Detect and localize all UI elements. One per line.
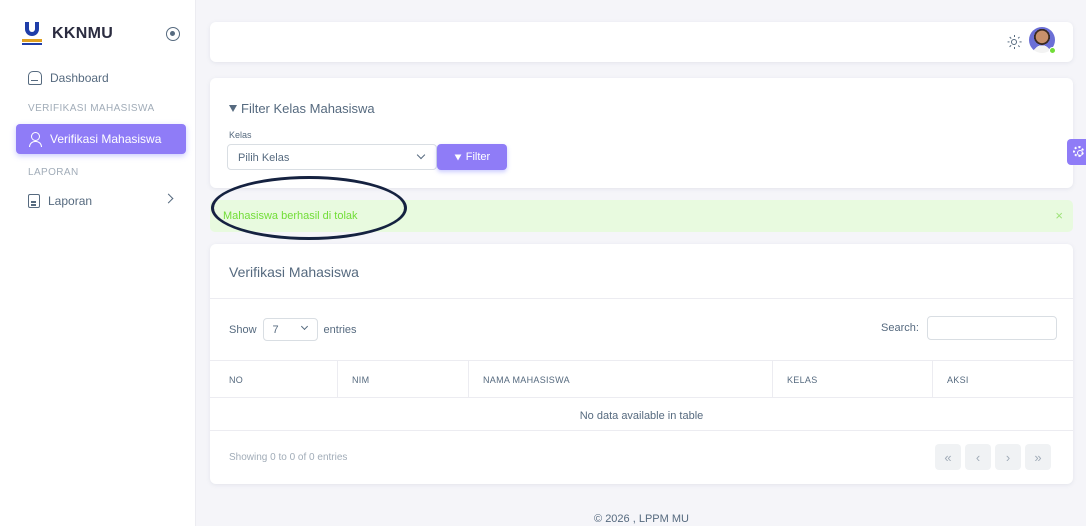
divider bbox=[210, 298, 1073, 299]
filter-title: Filter Kelas Mahasiswa bbox=[229, 101, 375, 116]
user-icon bbox=[28, 132, 42, 147]
kelas-select[interactable]: Pilih Kelas bbox=[227, 144, 437, 170]
divider bbox=[210, 430, 1073, 431]
sidebar: KKNMU Dashboard VERIFIKASI MAHASISWA Ver… bbox=[0, 0, 196, 526]
show-label: Show bbox=[229, 323, 257, 336]
top-navbar bbox=[210, 22, 1073, 62]
home-icon bbox=[28, 71, 42, 85]
filter-icon bbox=[454, 154, 462, 160]
entries-label: entries bbox=[323, 323, 357, 336]
filter-button[interactable]: Filter bbox=[437, 144, 507, 170]
sidebar-item-dashboard[interactable]: Dashboard bbox=[16, 63, 186, 93]
column-header-no[interactable]: NO bbox=[229, 375, 243, 385]
filter-button-label: Filter bbox=[465, 151, 491, 163]
annotation-circle bbox=[211, 176, 407, 240]
column-header-nama[interactable]: NAMA MAHASISWA bbox=[483, 375, 570, 385]
column-separator bbox=[772, 361, 773, 397]
length-control: Show 7 entries bbox=[229, 318, 357, 341]
kelas-select-value: Pilih Kelas bbox=[238, 152, 290, 164]
pager-last-button[interactable]: » bbox=[1025, 444, 1051, 470]
footer-copyright: © 2026 , LPPM MU bbox=[594, 513, 689, 525]
entries-value: 7 bbox=[272, 324, 279, 336]
column-separator bbox=[932, 361, 933, 397]
brand-logo-icon bbox=[22, 21, 44, 47]
filter-card: Filter Kelas Mahasiswa Kelas Pilih Kelas… bbox=[210, 78, 1073, 188]
sidebar-item-label: Dashboard bbox=[50, 71, 109, 85]
brand[interactable]: KKNMU bbox=[22, 20, 113, 48]
brand-name: KKNMU bbox=[52, 25, 114, 42]
pager-previous-button[interactable]: ‹ bbox=[965, 444, 991, 470]
menu-header-laporan: LAPORAN bbox=[28, 167, 79, 178]
entries-select[interactable]: 7 bbox=[262, 318, 318, 341]
search-input[interactable] bbox=[927, 316, 1057, 340]
pager-next-button[interactable]: › bbox=[995, 444, 1021, 470]
table-title: Verifikasi Mahasiswa bbox=[229, 264, 359, 280]
menu-header-verifikasi: VERIFIKASI MAHASISWA bbox=[28, 103, 155, 114]
sidebar-item-label: Verifikasi Mahasiswa bbox=[50, 132, 162, 146]
sidebar-item-verifikasi-mahasiswa[interactable]: Verifikasi Mahasiswa bbox=[16, 124, 186, 154]
chevron-down-icon bbox=[416, 150, 426, 160]
sidebar-item-label: Laporan bbox=[48, 194, 93, 208]
divider bbox=[210, 360, 1073, 361]
chevron-right-icon bbox=[163, 193, 174, 204]
column-header-nim[interactable]: NIM bbox=[352, 375, 369, 385]
sun-icon[interactable] bbox=[1007, 35, 1022, 49]
chevron-down-icon bbox=[300, 322, 308, 331]
divider bbox=[210, 397, 1073, 398]
close-icon[interactable]: × bbox=[1055, 208, 1063, 223]
kelas-label: Kelas bbox=[229, 130, 252, 140]
pager-first-button[interactable]: « bbox=[935, 444, 961, 470]
file-icon bbox=[28, 194, 40, 208]
table-info: Showing 0 to 0 of 0 entries bbox=[229, 452, 348, 463]
filter-icon bbox=[229, 105, 237, 112]
column-header-aksi[interactable]: AKSI bbox=[947, 375, 969, 385]
online-status-dot bbox=[1049, 47, 1056, 54]
empty-table-message: No data available in table bbox=[579, 410, 704, 422]
settings-button[interactable] bbox=[1067, 139, 1086, 165]
table-card: Verifikasi Mahasiswa Show 7 entries Sear… bbox=[210, 244, 1073, 484]
sidebar-item-laporan[interactable]: Laporan bbox=[16, 186, 186, 216]
gear-icon bbox=[1073, 146, 1084, 157]
column-header-kelas[interactable]: KELAS bbox=[787, 375, 818, 385]
column-separator bbox=[468, 361, 469, 397]
filter-title-text: Filter Kelas Mahasiswa bbox=[241, 101, 375, 116]
search-label: Search: bbox=[881, 322, 919, 334]
sidebar-toggle-icon[interactable] bbox=[166, 27, 180, 41]
column-separator bbox=[337, 361, 338, 397]
